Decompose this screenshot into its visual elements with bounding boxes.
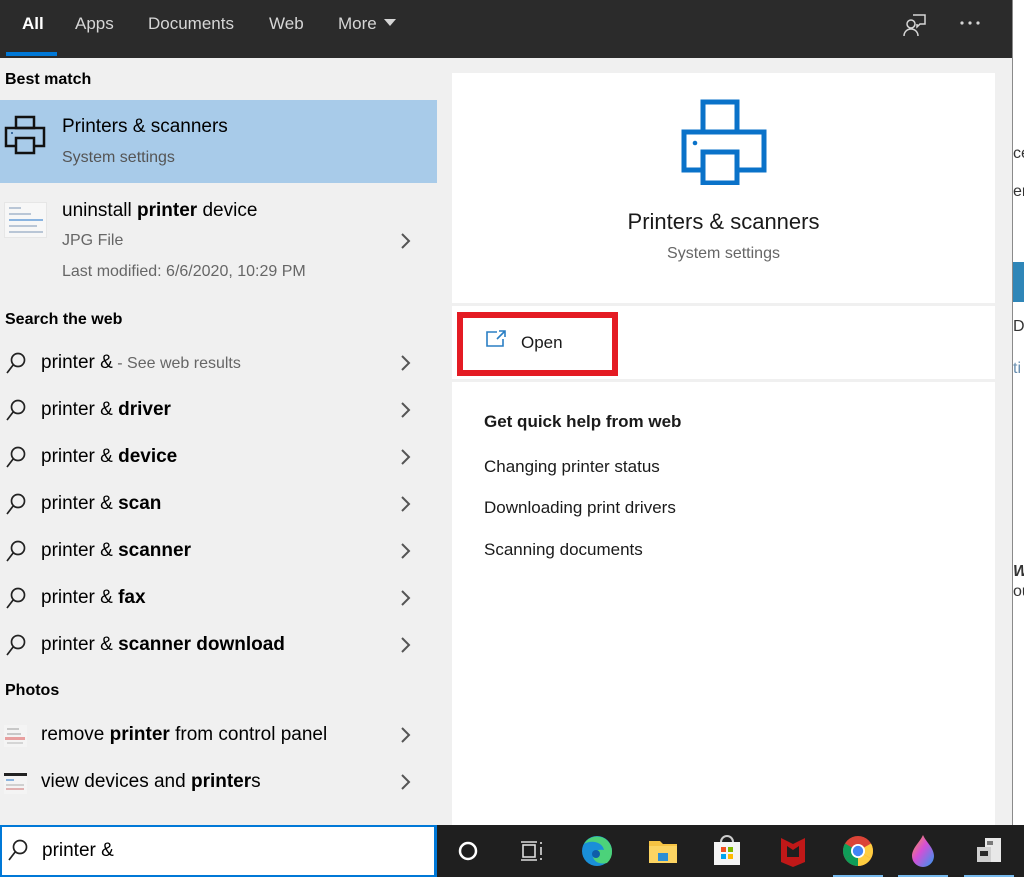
chevron-right-icon[interactable] [398,636,412,654]
photo-result-item[interactable]: remove printer from control panel [0,714,437,758]
web-search-label: printer & driver [41,399,171,420]
file-result-item[interactable]: uninstall printer device JPG File Last m… [0,188,437,288]
help-link[interactable]: Changing printer status [484,457,660,477]
tab-all[interactable]: All [22,14,44,34]
background-text: ou [1013,583,1024,600]
background-text: Wi [1013,563,1024,581]
photo-result-item[interactable]: view devices and printers [0,761,437,805]
photo-result-label: remove printer from control panel [41,724,328,745]
open-button[interactable]: Open [457,312,618,376]
chevron-right-icon[interactable] [398,773,412,791]
file-explorer-icon[interactable] [645,833,681,869]
results-list: Best match Printers & scanners System se… [0,58,437,825]
web-search-label: printer & scan [41,493,162,514]
quick-help-heading: Get quick help from web [484,412,682,431]
tab-documents[interactable]: Documents [148,14,234,34]
printer-icon [681,99,767,190]
quick-help-section: Get quick help from web Changing printer… [452,382,995,825]
task-view-icon[interactable] [513,833,549,869]
background-text: er [1013,183,1024,200]
best-match-subtitle: System settings [62,149,175,166]
open-external-icon [485,330,507,353]
chevron-right-icon[interactable] [398,726,412,744]
search-icon [5,399,27,428]
web-search-item[interactable]: printer & scan [0,483,437,527]
chevron-right-icon[interactable] [398,354,412,372]
device-app-icon[interactable] [964,833,1014,877]
paint-3d-icon[interactable] [898,833,948,877]
photo-result-label: view devices and printers [41,771,261,792]
photo-thumbnail [4,725,27,747]
web-search-label: printer & device [41,446,178,467]
tab-apps[interactable]: Apps [75,14,114,34]
web-search-label: printer & scanner [41,540,191,561]
best-match-item[interactable]: Printers & scanners System settings [0,100,437,183]
open-button-label: Open [521,333,563,352]
background-window: ce er De ti Wi ou [1012,0,1024,825]
file-result-type: JPG File [62,232,124,249]
background-text: ti [1013,360,1021,377]
help-link[interactable]: Scanning documents [484,540,643,560]
active-tab-indicator [6,52,57,56]
file-result-modified: Last modified: 6/6/2020, 10:29 PM [62,263,306,280]
search-box[interactable] [0,825,437,877]
preview-actions: Open [452,306,995,379]
search-icon [5,352,27,381]
photos-heading: Photos [5,682,60,699]
best-match-title: Printers & scanners [62,116,228,137]
web-search-item[interactable]: printer & - See web results [0,342,437,386]
feedback-icon[interactable] [902,12,928,38]
preview-header: Printers & scanners System settings [452,73,995,303]
chevron-right-icon[interactable] [398,589,412,607]
chrome-icon[interactable] [833,833,883,877]
search-icon [5,446,27,475]
web-search-item[interactable]: printer & fax [0,577,437,621]
caret-down-icon [383,19,396,26]
search-icon [7,839,29,868]
web-search-label: printer & scanner download [41,634,285,655]
help-link[interactable]: Downloading print drivers [484,498,676,518]
search-icon [5,493,27,522]
search-input[interactable] [42,840,422,862]
web-search-item[interactable]: printer & scanner [0,530,437,574]
preview-pane: Printers & scanners System settings Open… [452,73,995,825]
tab-more-label: More [338,14,377,33]
file-thumbnail [4,202,47,238]
chevron-right-icon[interactable] [398,448,412,466]
web-search-label: printer & - See web results [41,352,241,373]
tab-more[interactable]: More [338,14,396,34]
printer-icon [4,114,48,163]
web-search-item[interactable]: printer & device [0,436,437,480]
web-search-label: printer & fax [41,587,146,608]
more-options-icon[interactable] [958,12,984,38]
background-window-banner [1013,262,1024,302]
chevron-right-icon[interactable] [398,401,412,419]
mcafee-icon[interactable] [775,833,811,869]
preview-subtitle: System settings [667,245,780,262]
background-text: ce [1013,145,1024,162]
file-result-title: uninstall printer device [62,200,258,221]
tab-web[interactable]: Web [269,14,304,34]
search-filter-bar: All Apps Documents Web More [0,0,1012,58]
edge-icon[interactable] [579,833,615,869]
web-search-item[interactable]: printer & driver [0,389,437,433]
microsoft-store-icon[interactable] [709,833,745,869]
best-match-heading: Best match [5,71,92,88]
photo-thumbnail [4,772,27,794]
search-web-heading: Search the web [5,311,123,328]
taskbar [437,825,1024,877]
web-search-item[interactable]: printer & scanner download [0,624,437,668]
windows-search-window: All Apps Documents Web More Best match P… [0,0,1024,877]
cortana-icon[interactable] [450,833,486,869]
preview-title: Printers & scanners [627,209,820,234]
search-icon [5,540,27,569]
search-icon [5,587,27,616]
chevron-right-icon[interactable] [398,495,412,513]
search-icon [5,634,27,663]
background-text: De [1013,318,1024,335]
chevron-right-icon[interactable] [398,542,412,560]
chevron-right-icon[interactable] [398,232,412,250]
